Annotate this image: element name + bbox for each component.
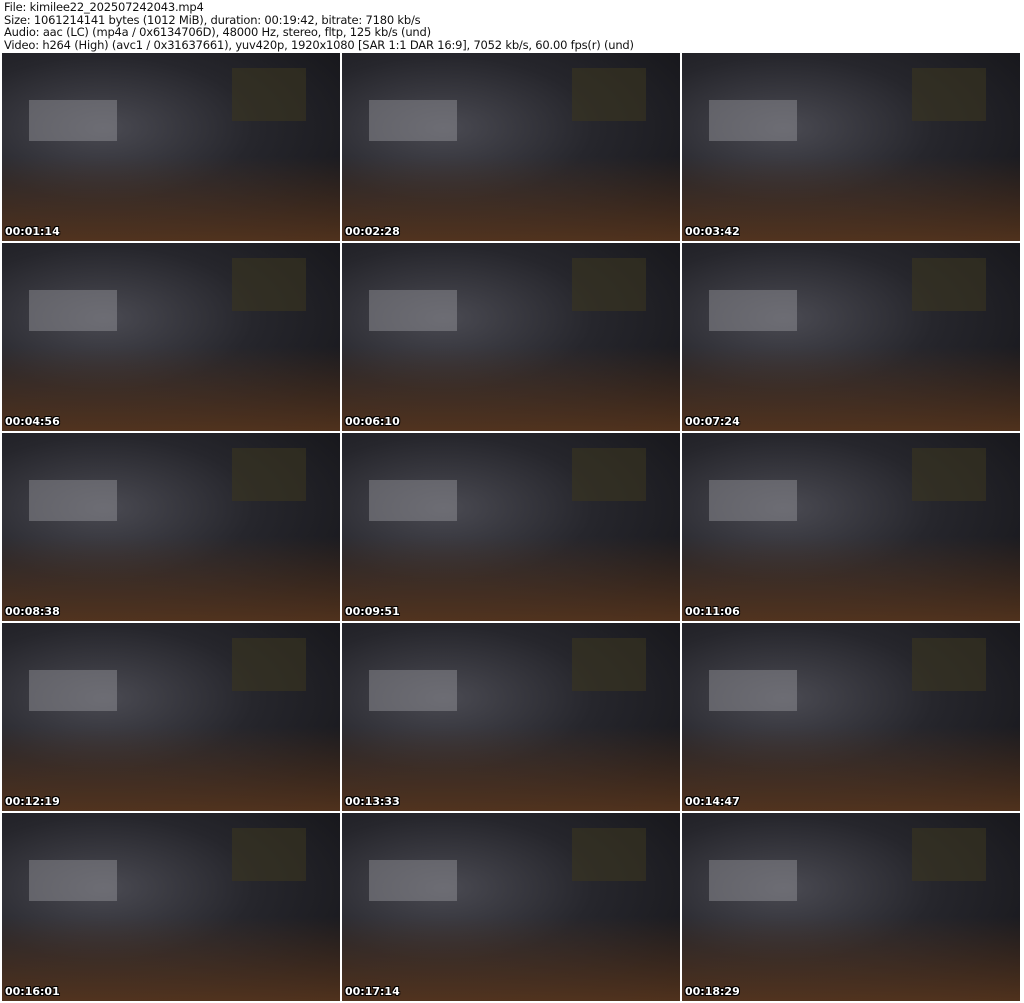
- video-thumbnail: 00:16:01: [2, 813, 340, 1001]
- video-thumbnail: 00:06:10: [342, 243, 680, 431]
- video-thumbnail: 00:01:14: [2, 53, 340, 241]
- audio-info: Audio: aac (LC) (mp4a / 0x6134706D), 480…: [4, 25, 431, 39]
- thumbnail-timestamp: 00:04:56: [5, 415, 60, 428]
- thumbnail-timestamp: 00:11:06: [685, 605, 740, 618]
- video-thumbnail: 00:17:14: [342, 813, 680, 1001]
- thumbnail-timestamp: 00:06:10: [345, 415, 400, 428]
- video-thumbnail: 00:14:47: [682, 623, 1020, 811]
- video-thumbnail: 00:02:28: [342, 53, 680, 241]
- thumbnail-timestamp: 00:09:51: [345, 605, 400, 618]
- video-thumbnail: 00:08:38: [2, 433, 340, 621]
- thumbnail-timestamp: 00:17:14: [345, 985, 400, 998]
- video-thumbnail: 00:04:56: [2, 243, 340, 431]
- thumbnail-timestamp: 00:12:19: [5, 795, 60, 808]
- thumbnail-timestamp: 00:14:47: [685, 795, 740, 808]
- file-name: File: kimilee22_202507242043.mp4: [4, 0, 204, 14]
- video-thumbnail: 00:07:24: [682, 243, 1020, 431]
- video-thumbnail: 00:18:29: [682, 813, 1020, 1001]
- video-thumbnail: 00:11:06: [682, 433, 1020, 621]
- video-thumbnail: 00:09:51: [342, 433, 680, 621]
- thumbnail-timestamp: 00:03:42: [685, 225, 740, 238]
- thumbnail-timestamp: 00:18:29: [685, 985, 740, 998]
- video-thumbnail: 00:13:33: [342, 623, 680, 811]
- video-info: Video: h264 (High) (avc1 / 0x31637661), …: [4, 37, 634, 52]
- thumbnail-timestamp: 00:02:28: [345, 225, 400, 238]
- thumbnail-timestamp: 00:08:38: [5, 605, 60, 618]
- thumbnail-timestamp: 00:07:24: [685, 415, 740, 428]
- file-info-header: File: kimilee22_202507242043.mp4 Size: 1…: [4, 1, 634, 51]
- video-thumbnail: 00:12:19: [2, 623, 340, 811]
- thumbnail-timestamp: 00:01:14: [5, 225, 60, 238]
- thumbnail-timestamp: 00:16:01: [5, 985, 60, 998]
- video-thumbnail: 00:03:42: [682, 53, 1020, 241]
- thumbnail-timestamp: 00:13:33: [345, 795, 400, 808]
- thumbnail-grid: 00:01:14 00:02:28 00:03:42 00:04:56 00:06:10…: [2, 53, 1020, 1001]
